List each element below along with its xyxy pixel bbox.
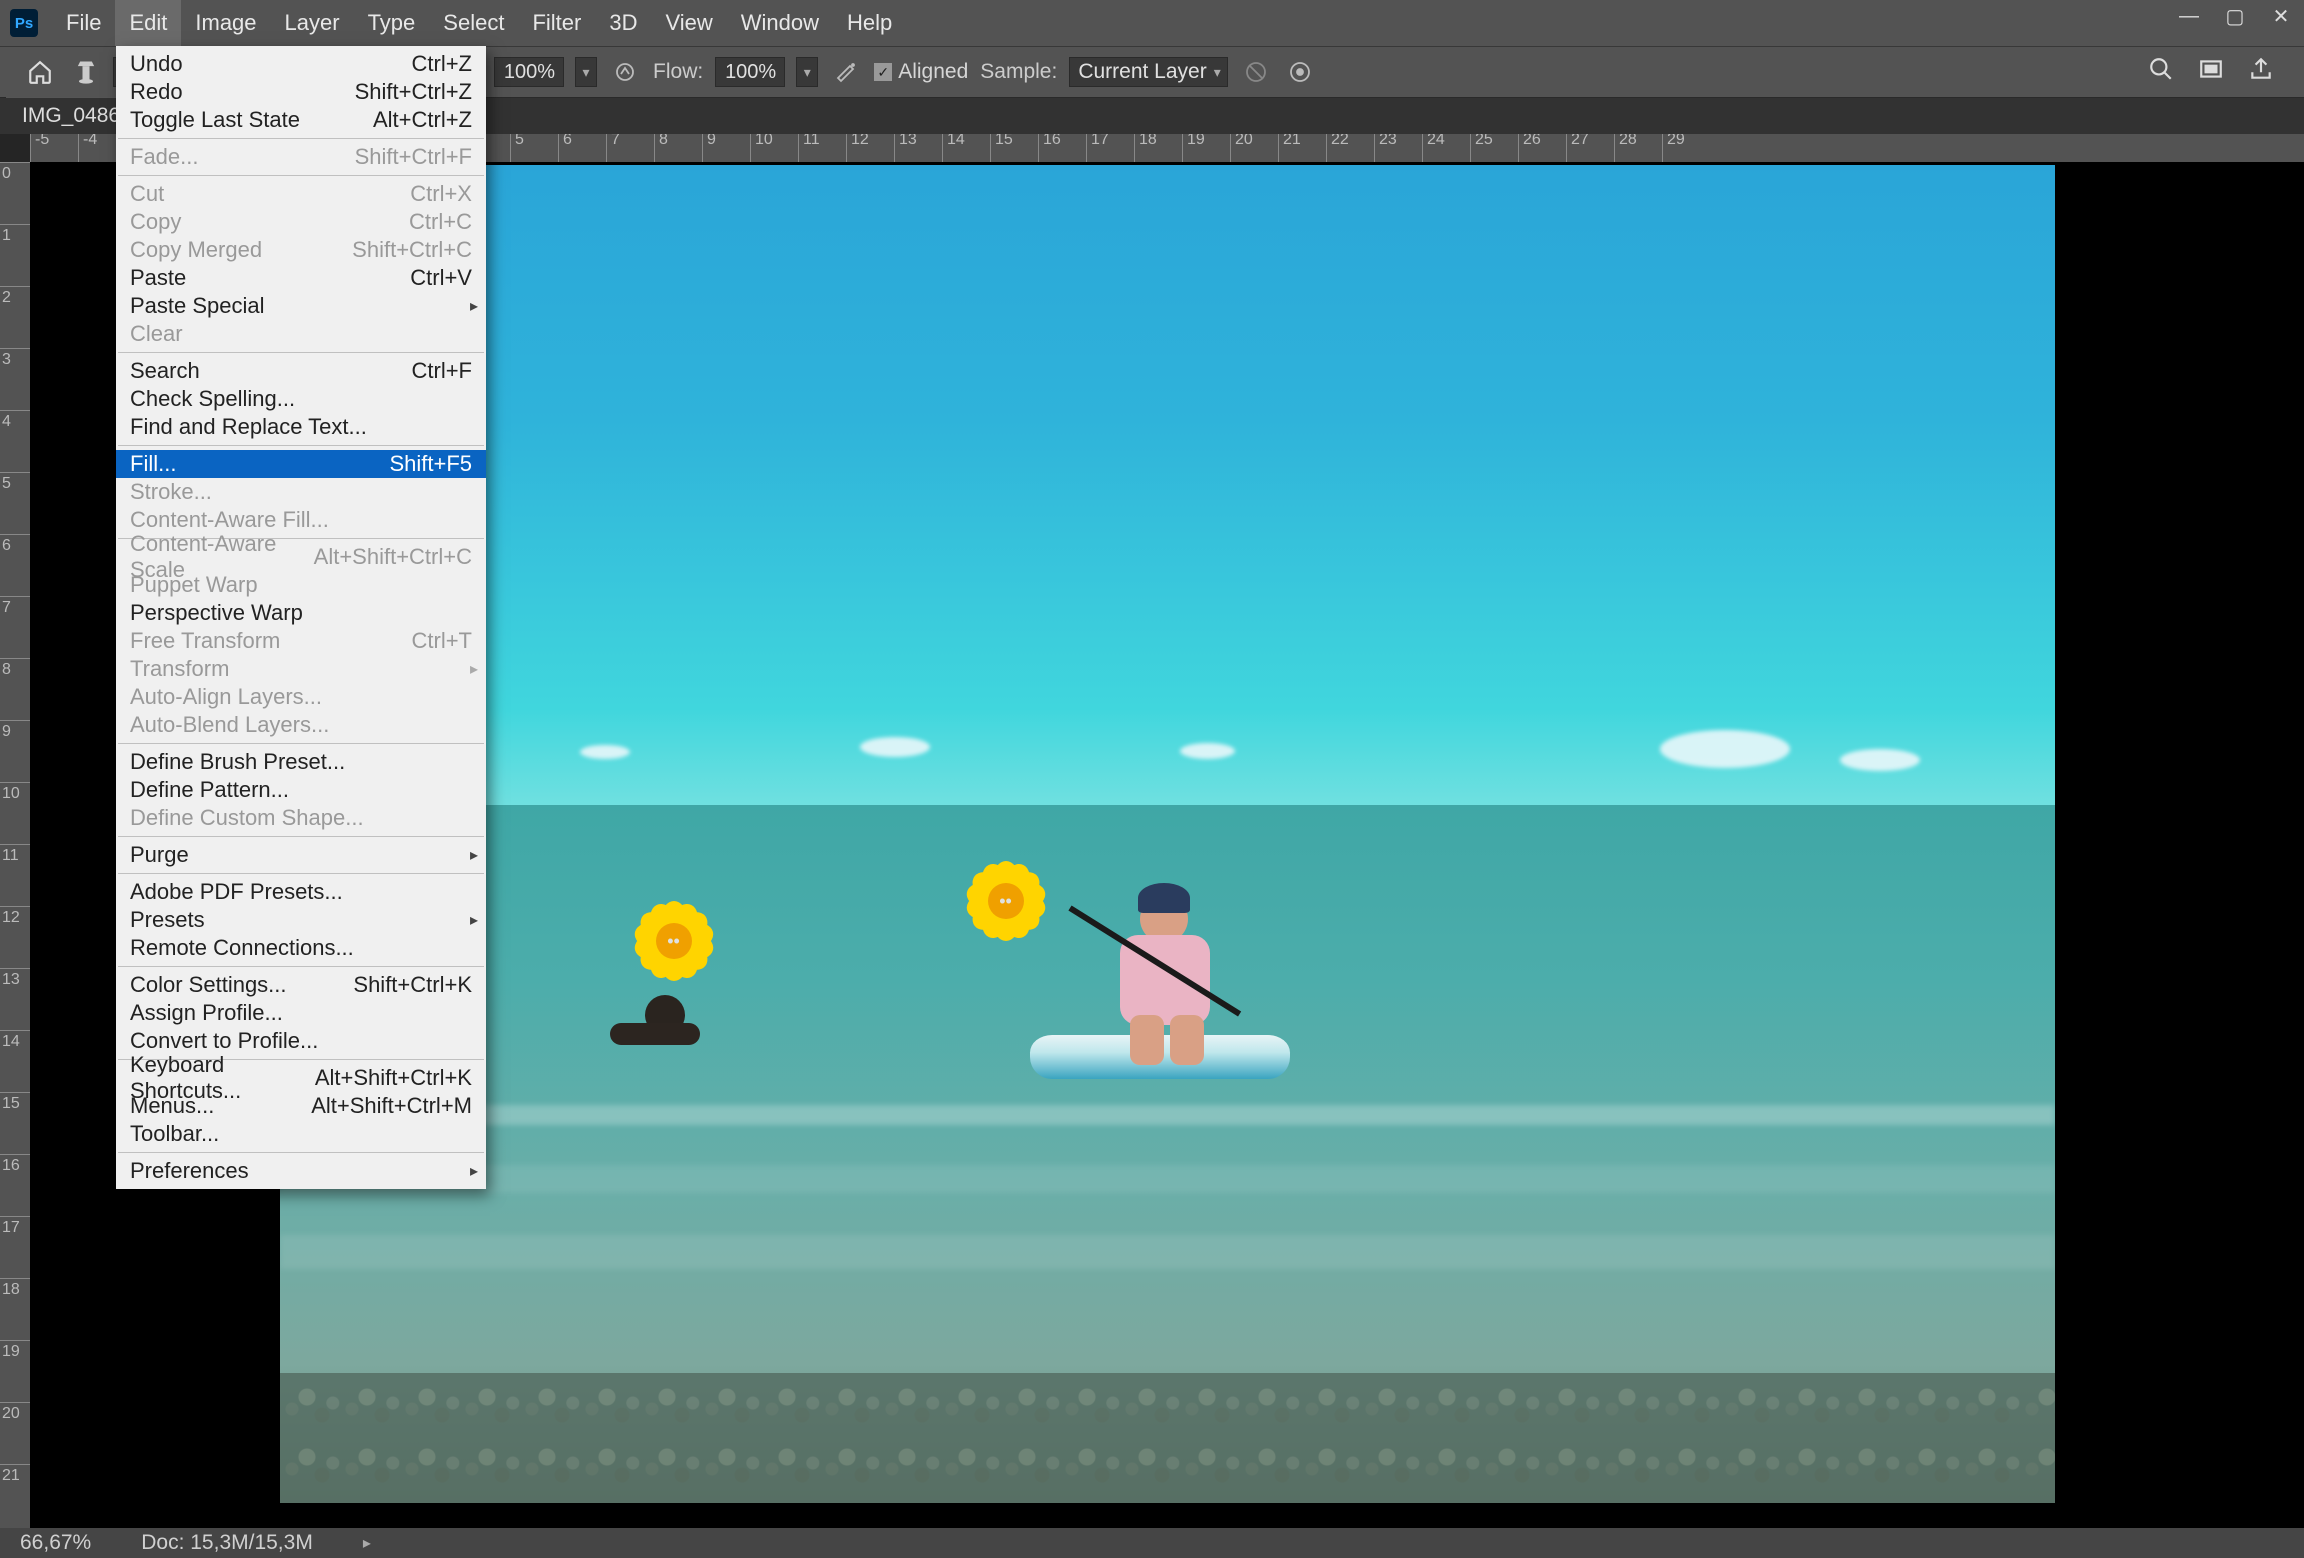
menuitem-transform: Transform	[116, 655, 486, 683]
menuitem-perspective-warp[interactable]: Perspective Warp	[116, 599, 486, 627]
menuitem-content-aware-scale: Content-Aware ScaleAlt+Shift+Ctrl+C	[116, 543, 486, 571]
screen-mode-icon[interactable]	[2198, 56, 2224, 88]
flow-input[interactable]	[715, 57, 785, 87]
opacity-input[interactable]	[494, 57, 564, 87]
menuitem-auto-blend-layers: Auto-Blend Layers...	[116, 711, 486, 739]
status-arrow-icon[interactable]: ▸	[363, 1533, 371, 1553]
menuitem-free-transform: Free TransformCtrl+T	[116, 627, 486, 655]
menuitem-convert-to-profile[interactable]: Convert to Profile...	[116, 1027, 486, 1055]
menuitem-copy-merged: Copy MergedShift+Ctrl+C	[116, 236, 486, 264]
menuitem-define-brush-preset[interactable]: Define Brush Preset...	[116, 748, 486, 776]
sunflower-sticker: ••	[970, 865, 1042, 937]
menuitem-define-pattern[interactable]: Define Pattern...	[116, 776, 486, 804]
close-button[interactable]: ✕	[2258, 0, 2304, 32]
clone-stamp-tool-icon[interactable]	[70, 56, 102, 88]
menuitem-toggle-last-state[interactable]: Toggle Last StateAlt+Ctrl+Z	[116, 106, 486, 134]
menu-window[interactable]: Window	[727, 0, 833, 46]
sample-dropdown[interactable]: Current Layer	[1069, 57, 1227, 87]
menuitem-clear: Clear	[116, 320, 486, 348]
sky-region	[280, 165, 2055, 805]
menuitem-color-settings[interactable]: Color Settings...Shift+Ctrl+K	[116, 971, 486, 999]
menuitem-puppet-warp: Puppet Warp	[116, 571, 486, 599]
ignore-adjustment-icon[interactable]	[1240, 56, 1272, 88]
menuitem-content-aware-fill: Content-Aware Fill...	[116, 506, 486, 534]
menuitem-check-spelling[interactable]: Check Spelling...	[116, 385, 486, 413]
menu-help[interactable]: Help	[833, 0, 906, 46]
doc-size: Doc: 15,3M/15,3M	[141, 1531, 313, 1555]
search-icon[interactable]	[2148, 56, 2174, 88]
flow-dropdown[interactable]: ▾	[796, 57, 818, 87]
menu-type[interactable]: Type	[354, 0, 430, 46]
airbrush-icon[interactable]	[830, 56, 862, 88]
minimize-button[interactable]: —	[2166, 0, 2212, 32]
menuitem-define-custom-shape: Define Custom Shape...	[116, 804, 486, 832]
menuitem-fill[interactable]: Fill...Shift+F5	[116, 450, 486, 478]
app-logo: Ps	[10, 9, 38, 37]
zoom-level[interactable]: 66,67%	[20, 1531, 91, 1555]
menuitem-redo[interactable]: RedoShift+Ctrl+Z	[116, 78, 486, 106]
pressure-opacity-icon[interactable]	[609, 56, 641, 88]
menu-layer[interactable]: Layer	[271, 0, 354, 46]
paddleboarder	[1030, 865, 1310, 1085]
menuitem-presets[interactable]: Presets	[116, 906, 486, 934]
canvas[interactable]: •• ••	[280, 165, 2055, 1503]
menuitem-menus[interactable]: Menus...Alt+Shift+Ctrl+M	[116, 1092, 486, 1120]
menuitem-paste-special[interactable]: Paste Special	[116, 292, 486, 320]
menuitem-preferences[interactable]: Preferences	[116, 1157, 486, 1185]
menuitem-copy: CopyCtrl+C	[116, 208, 486, 236]
menuitem-undo[interactable]: UndoCtrl+Z	[116, 50, 486, 78]
edit-menu-dropdown: UndoCtrl+ZRedoShift+Ctrl+ZToggle Last St…	[116, 46, 486, 1189]
menu-edit[interactable]: Edit	[115, 0, 181, 46]
menubar: Ps FileEditImageLayerTypeSelectFilter3DV…	[0, 0, 2304, 46]
menuitem-auto-align-layers: Auto-Align Layers...	[116, 683, 486, 711]
sample-label: Sample:	[980, 60, 1057, 84]
menuitem-remote-connections[interactable]: Remote Connections...	[116, 934, 486, 962]
aligned-checkbox[interactable]: ✓ Aligned	[874, 60, 968, 84]
menuitem-keyboard-shortcuts[interactable]: Keyboard Shortcuts...Alt+Shift+Ctrl+K	[116, 1064, 486, 1092]
pressure-size-icon[interactable]	[1284, 56, 1316, 88]
ruler-vertical[interactable]: 0123456789101112131415161718192021	[0, 162, 30, 1528]
menuitem-adobe-pdf-presets[interactable]: Adobe PDF Presets...	[116, 878, 486, 906]
menu-view[interactable]: View	[651, 0, 726, 46]
menuitem-assign-profile[interactable]: Assign Profile...	[116, 999, 486, 1027]
aligned-label: Aligned	[898, 60, 968, 84]
menuitem-toolbar[interactable]: Toolbar...	[116, 1120, 486, 1148]
menu-file[interactable]: File	[52, 0, 115, 46]
menuitem-find-and-replace-text[interactable]: Find and Replace Text...	[116, 413, 486, 441]
menu-image[interactable]: Image	[181, 0, 270, 46]
menuitem-purge[interactable]: Purge	[116, 841, 486, 869]
menuitem-cut: CutCtrl+X	[116, 180, 486, 208]
share-icon[interactable]	[2248, 56, 2274, 88]
menuitem-search[interactable]: SearchCtrl+F	[116, 357, 486, 385]
menuitem-fade: Fade...Shift+Ctrl+F	[116, 143, 486, 171]
menu-filter[interactable]: Filter	[518, 0, 595, 46]
menuitem-stroke: Stroke...	[116, 478, 486, 506]
clouds	[280, 725, 2055, 805]
swimmer	[610, 995, 700, 1045]
menu-select[interactable]: Select	[429, 0, 518, 46]
home-icon[interactable]	[22, 54, 58, 90]
status-bar: 66,67% Doc: 15,3M/15,3M ▸	[0, 1528, 2304, 1558]
sunflower-sticker: ••	[638, 905, 710, 977]
flow-label: Flow:	[653, 60, 703, 84]
opacity-dropdown[interactable]: ▾	[575, 57, 597, 87]
menuitem-paste[interactable]: PasteCtrl+V	[116, 264, 486, 292]
window-controls: — ▢ ✕	[2166, 0, 2304, 32]
maximize-button[interactable]: ▢	[2212, 0, 2258, 32]
menu-3d[interactable]: 3D	[595, 0, 651, 46]
